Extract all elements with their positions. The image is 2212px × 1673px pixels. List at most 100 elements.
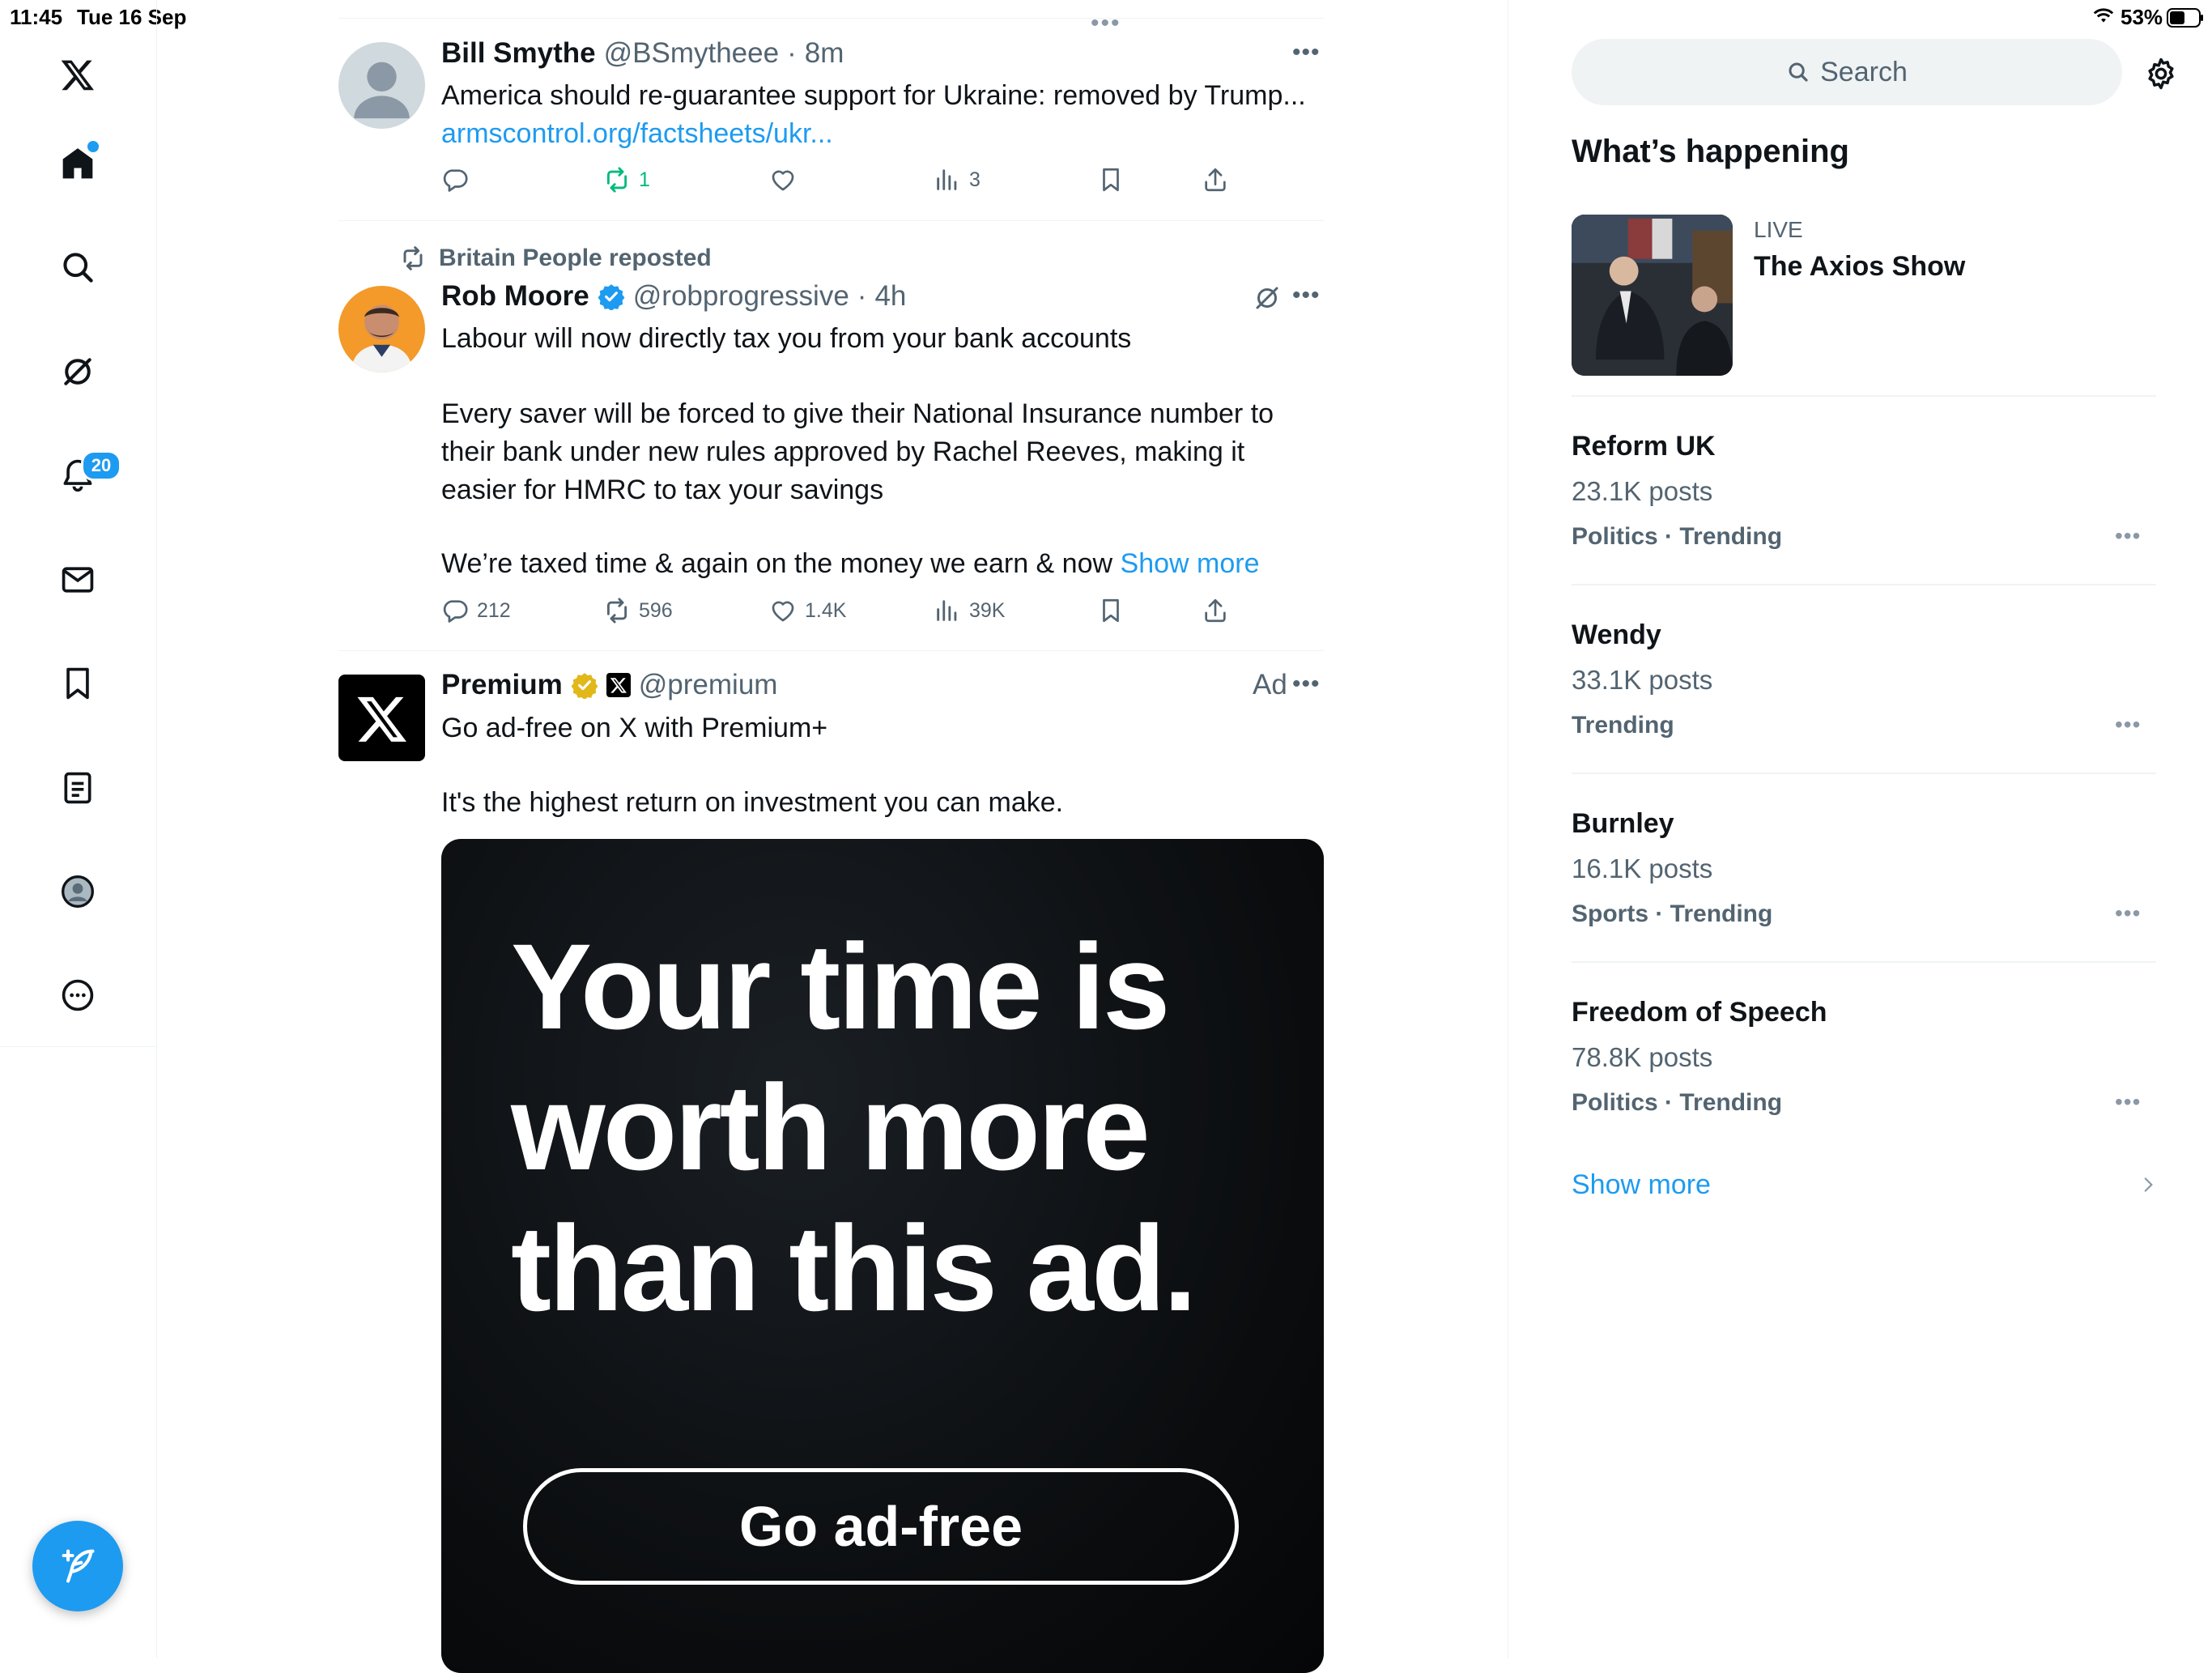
reply-count: 212 — [477, 598, 511, 622]
reply-button[interactable]: 212 — [441, 597, 511, 624]
grok-icon[interactable] — [53, 347, 102, 396]
live-thumbnail[interactable] — [1572, 215, 1733, 376]
bookmark-button[interactable] — [1097, 166, 1125, 194]
reply-icon — [443, 600, 468, 623]
more-circle-icon[interactable] — [53, 971, 102, 1020]
author-handle[interactable]: @BSmytheee — [604, 37, 779, 70]
share-icon — [1205, 598, 1226, 623]
heart-icon — [772, 601, 794, 622]
trend-post-count: 23.1K posts — [1572, 476, 1713, 506]
live-title: The Axios Show — [1754, 251, 1966, 282]
show-more-link[interactable]: Show more — [1121, 548, 1260, 579]
trend-title: Freedom of Speech — [1572, 997, 1827, 1028]
post-time: 4h — [874, 280, 907, 312]
reply-button[interactable] — [441, 166, 469, 194]
search-icon[interactable] — [53, 243, 102, 292]
chevron-right-icon[interactable] — [2138, 1171, 2159, 1203]
views-chart-icon — [937, 600, 957, 621]
premium-x-logo[interactable] — [338, 675, 425, 761]
timeline-divider — [338, 220, 1324, 221]
trend-more-icon[interactable]: ••• — [2115, 712, 2141, 738]
trend-separator — [1572, 773, 2156, 774]
trend-more-icon[interactable]: ••• — [2115, 523, 2141, 549]
home-unread-dot — [86, 139, 100, 154]
more-options-icon[interactable]: ••• — [1292, 282, 1321, 309]
views-count: 39K — [969, 598, 1006, 622]
post-link[interactable]: armscontrol.org/factsheets/ukr... — [441, 115, 833, 153]
reposted-by-line[interactable]: Britain People reposted — [400, 245, 712, 272]
post-text: America should re-guarantee support for … — [441, 80, 1306, 111]
like-count: 1.4K — [805, 598, 847, 622]
live-label: LIVE — [1754, 217, 1803, 242]
trend-title: Burnley — [1572, 808, 1674, 839]
trend-category: Trending — [1572, 712, 1674, 739]
notifications-badge: 20 — [81, 450, 121, 481]
bookmark-icon — [1103, 598, 1119, 623]
post-text-paragraph: Go ad-free on X with Premium+ — [441, 713, 828, 743]
settings-gear-icon[interactable] — [2144, 57, 2178, 95]
nav-separator — [0, 1046, 156, 1047]
repost-icon — [606, 598, 627, 624]
repost-button[interactable]: 596 — [603, 597, 673, 624]
post-text-paragraph: It's the highest return on investment yo… — [441, 787, 1064, 818]
reposted-by-text: Britain People reposted — [439, 245, 712, 271]
post-text-paragraph: Every saver will be forced to give their… — [441, 398, 1274, 505]
trend-title: Wendy — [1572, 619, 1661, 650]
search-placeholder: Search — [1820, 56, 1908, 87]
whats-happening-title: What’s happening — [1572, 134, 1849, 169]
verified-badge-icon — [598, 284, 625, 310]
trend-title: Reform UK — [1572, 431, 1716, 462]
messages-envelope-icon[interactable] — [53, 556, 102, 604]
trend-category: Politics · Trending — [1572, 1089, 1783, 1116]
avatar[interactable] — [338, 286, 425, 372]
views-button[interactable]: 3 — [934, 166, 981, 194]
gold-verified-badge-icon — [571, 673, 598, 699]
timeline-divider — [338, 650, 1324, 651]
trend-more-icon[interactable]: ••• — [2115, 900, 2141, 926]
share-icon — [1205, 168, 1226, 192]
views-count: 3 — [969, 168, 981, 191]
trend-more-icon[interactable]: ••• — [2115, 1089, 2141, 1115]
share-button[interactable] — [1202, 166, 1229, 194]
x-affiliate-badge-icon — [606, 673, 631, 697]
bookmark-icon — [1103, 168, 1119, 192]
trend-separator — [1572, 584, 2156, 585]
bookmark-button[interactable] — [1097, 597, 1125, 624]
repost-button[interactable]: 1 — [603, 166, 650, 194]
views-chart-icon — [937, 169, 957, 190]
author-handle[interactable]: @premium — [639, 669, 778, 701]
ad-label: Ad — [1253, 669, 1287, 700]
author-name[interactable]: Bill Smythe — [441, 37, 596, 70]
multitask-dots-icon[interactable]: ••• — [1091, 10, 1121, 37]
avatar[interactable] — [338, 42, 425, 129]
author-handle[interactable]: @robprogressive — [633, 280, 849, 313]
repost-icon — [606, 167, 627, 193]
search-icon — [1789, 62, 1808, 82]
lists-icon[interactable] — [53, 764, 102, 812]
views-button[interactable]: 39K — [934, 597, 1005, 624]
battery-icon — [2167, 8, 2204, 28]
heart-icon — [772, 170, 794, 191]
timeline-divider — [338, 18, 1324, 19]
like-button[interactable] — [769, 166, 797, 194]
battery-percent: 53% — [2121, 5, 2163, 29]
post-time: 8m — [804, 37, 844, 69]
trend-post-count: 78.8K posts — [1572, 1042, 1713, 1072]
x-logo-icon[interactable] — [53, 50, 102, 99]
share-button[interactable] — [1202, 597, 1229, 624]
bookmarks-icon[interactable] — [53, 659, 102, 708]
more-options-icon[interactable]: ••• — [1292, 670, 1321, 698]
show-more-trends-link[interactable]: Show more — [1572, 1169, 1711, 1201]
go-ad-free-button[interactable]: Go ad-free — [523, 1468, 1239, 1585]
ad-media-card[interactable]: Your time is worth more than this ad. Go… — [441, 839, 1324, 1673]
post-text-paragraph: We’re taxed time & again on the money we… — [441, 548, 1113, 579]
like-button[interactable]: 1.4K — [769, 597, 846, 624]
post-text-paragraph: Labour will now directly tax you from yo… — [441, 323, 1132, 354]
author-name[interactable]: Rob Moore — [441, 280, 589, 313]
author-name[interactable]: Premium — [441, 669, 563, 701]
search-input[interactable]: Search — [1572, 39, 2122, 105]
compose-post-button[interactable] — [32, 1521, 123, 1611]
profile-avatar-icon[interactable] — [53, 867, 102, 916]
more-options-icon[interactable]: ••• — [1292, 39, 1321, 66]
grok-explain-icon[interactable] — [1253, 283, 1282, 317]
